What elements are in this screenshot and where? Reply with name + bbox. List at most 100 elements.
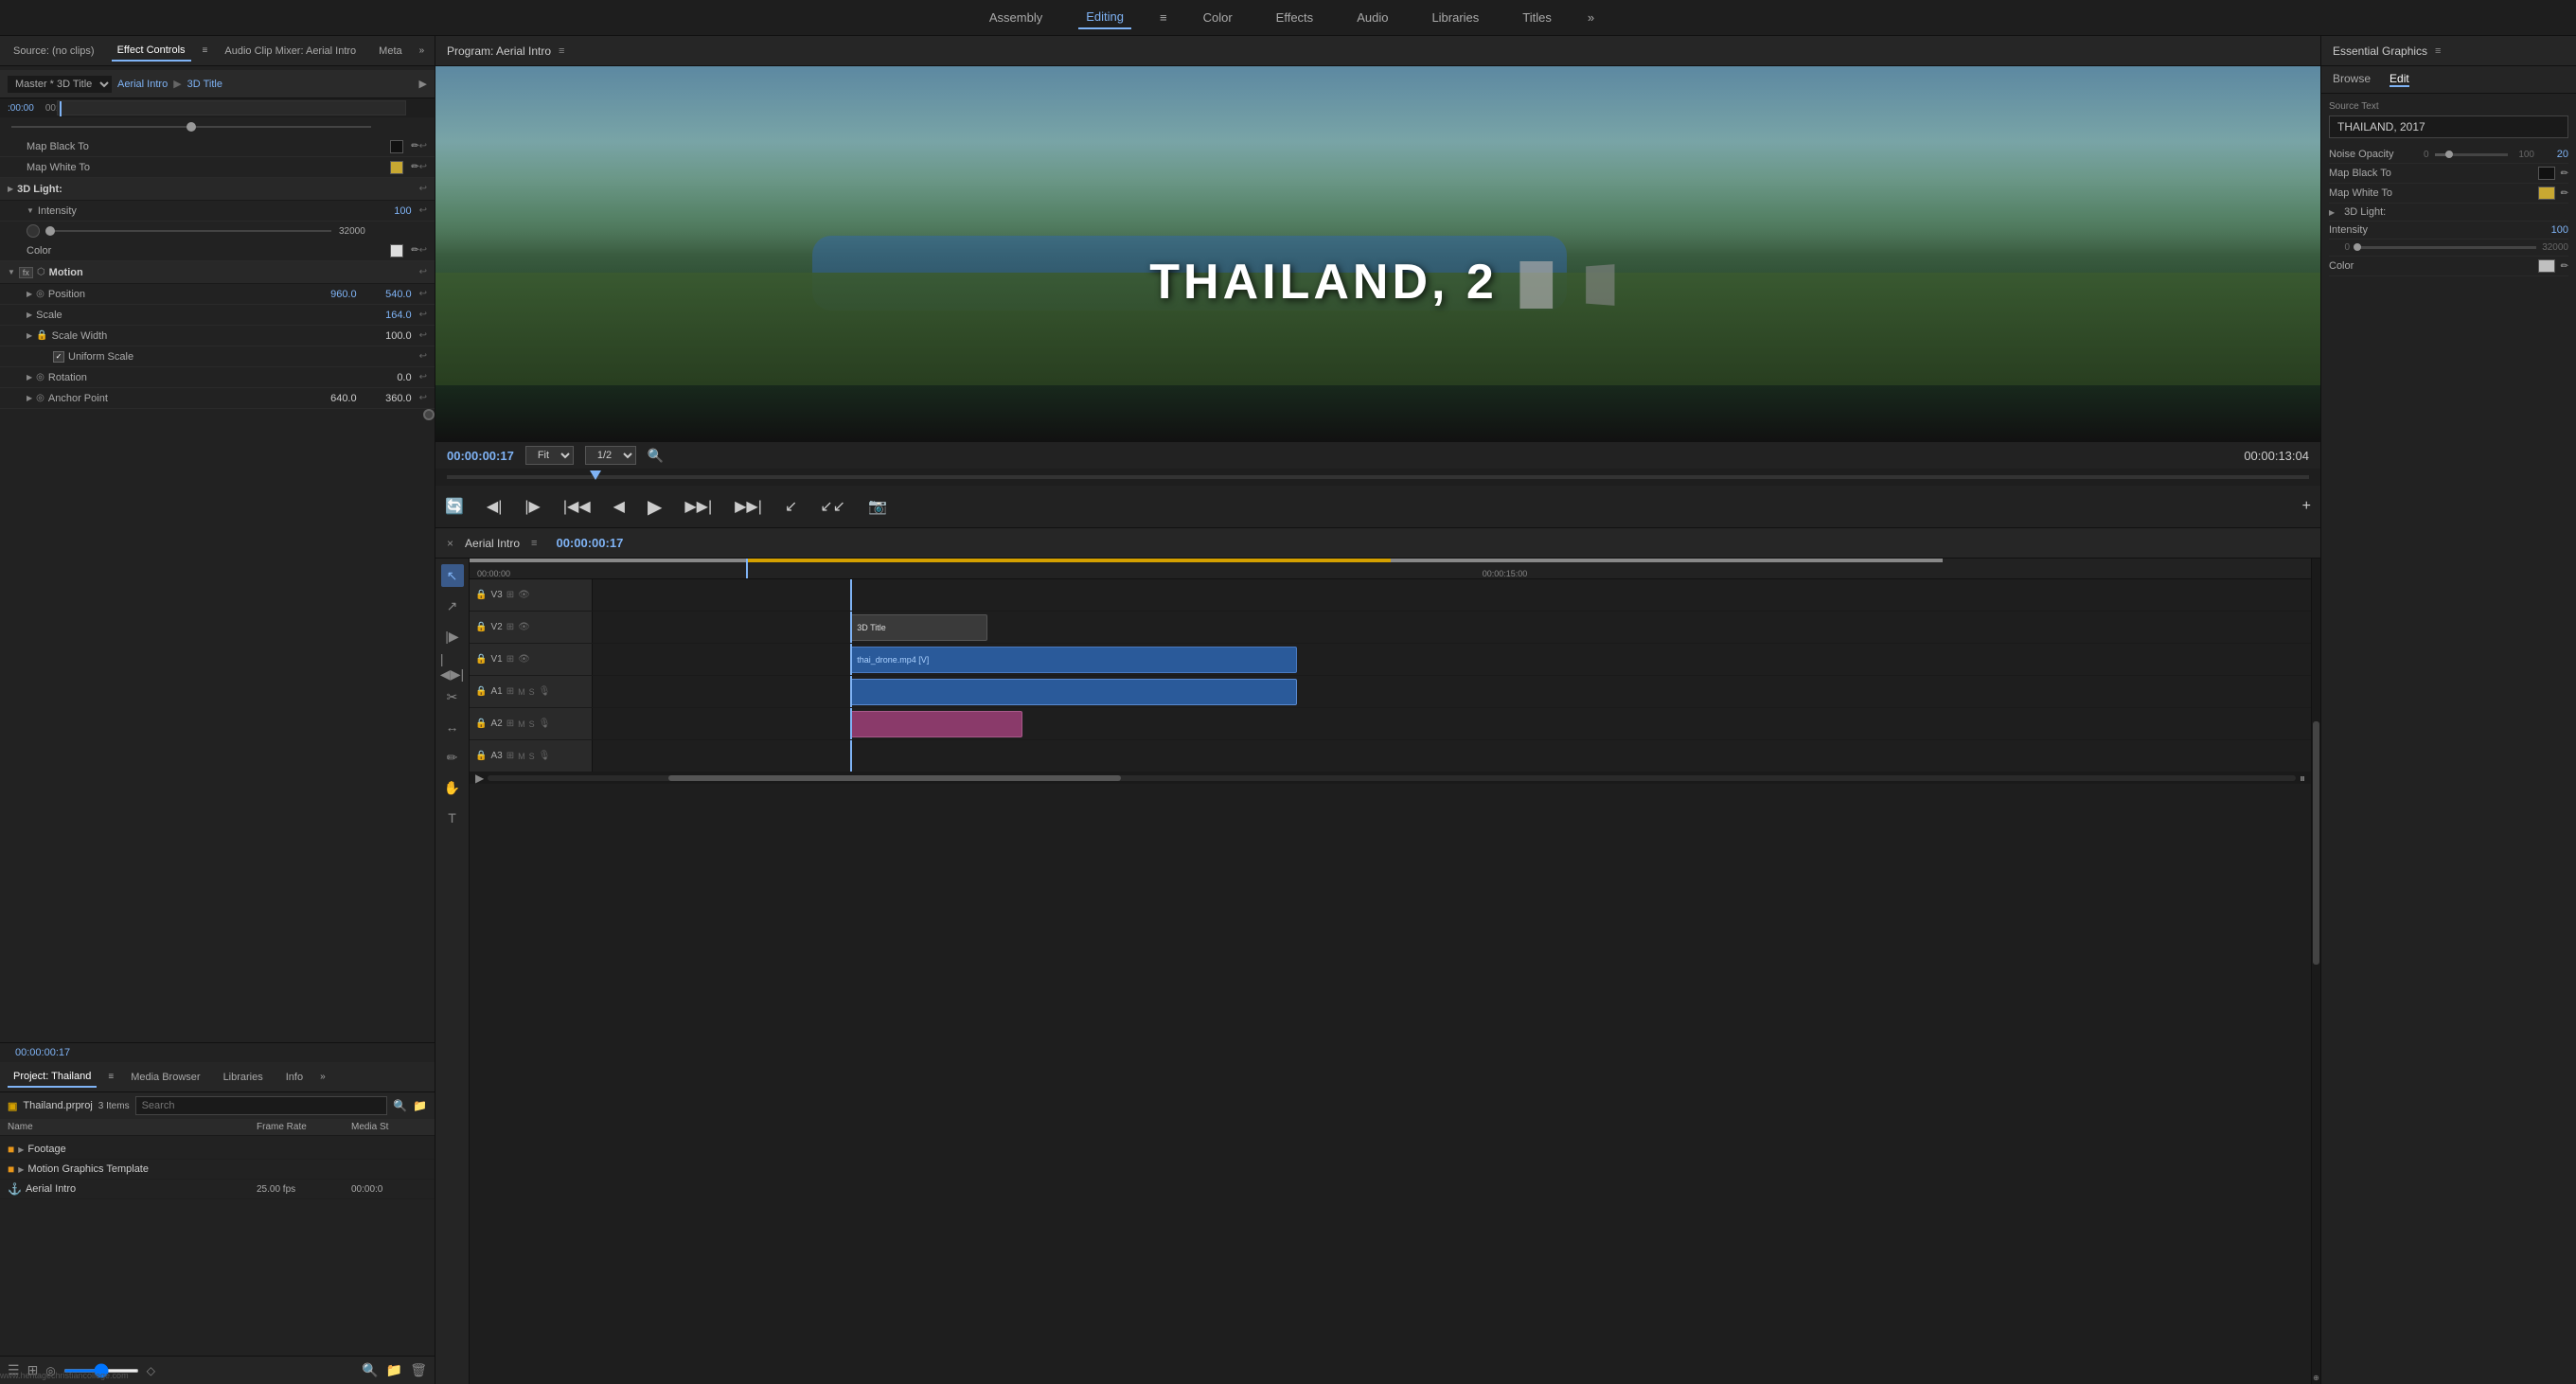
next-out-point-button[interactable]: ▶▶| bbox=[731, 495, 766, 518]
v2-eye-icon[interactable]: 👁 bbox=[518, 622, 530, 632]
3d-light-reset[interactable]: ↩ bbox=[419, 184, 427, 194]
a2-mute-icon[interactable]: M bbox=[518, 719, 525, 729]
eg-map-white-swatch[interactable] bbox=[2538, 186, 2555, 200]
in-point-button[interactable]: ◀| bbox=[483, 495, 506, 518]
scale-expand[interactable]: ▶ bbox=[27, 311, 32, 319]
export-frame-button[interactable]: 📷 bbox=[864, 495, 891, 518]
a1-lock-icon[interactable]: 🔒 bbox=[475, 686, 487, 697]
effect-controls-tab[interactable]: Effect Controls bbox=[112, 41, 191, 62]
timeline-play-icon[interactable]: ▶ bbox=[471, 772, 488, 785]
position-expand[interactable]: ▶ bbox=[27, 290, 32, 298]
eg-noise-slider-wrap[interactable] bbox=[2435, 153, 2509, 156]
rotation-expand[interactable]: ▶ bbox=[27, 373, 32, 381]
anchor-y-value[interactable]: 360.0 bbox=[364, 393, 412, 404]
v2-sync-icon[interactable]: ⊞ bbox=[506, 622, 514, 632]
anchor-reset[interactable]: ↩ bbox=[419, 393, 427, 403]
v1-eye-icon[interactable]: 👁 bbox=[518, 654, 530, 665]
map-black-eyedropper[interactable]: ✏ bbox=[411, 141, 418, 151]
v1-sync-icon[interactable]: ⊞ bbox=[506, 654, 514, 665]
a1-audio-clip[interactable] bbox=[850, 679, 1297, 705]
slip-tool[interactable]: ↔ bbox=[441, 716, 464, 738]
audio-clip-mixer-tab[interactable]: Audio Clip Mixer: Aerial Intro bbox=[219, 42, 362, 61]
prev-in-point-button[interactable]: |◀◀ bbox=[560, 495, 595, 518]
scale-width-reset[interactable]: ↩ bbox=[419, 330, 427, 341]
nav-assembly[interactable]: Assembly bbox=[982, 7, 1050, 28]
eg-intensity-slider-track[interactable] bbox=[2355, 246, 2536, 249]
motion-toggle[interactable]: ▼ bbox=[8, 268, 15, 276]
project-new-bin-icon[interactable]: 📁 bbox=[413, 1099, 427, 1112]
timeline-scroll-thumb[interactable] bbox=[668, 775, 1120, 781]
eg-map-black-eyedrop[interactable]: ✏ bbox=[2561, 169, 2568, 179]
eg-edit-tab[interactable]: Edit bbox=[2389, 72, 2409, 87]
project-item-mgt[interactable]: ■ ▶ Motion Graphics Template bbox=[0, 1160, 435, 1180]
color-reset[interactable]: ↩ bbox=[419, 245, 427, 256]
current-time-display[interactable]: 00:00:00:17 bbox=[8, 1045, 78, 1060]
monitor-menu-icon[interactable]: ≡ bbox=[559, 45, 564, 57]
a3-mute-icon[interactable]: M bbox=[518, 752, 525, 761]
a3-sync-icon[interactable]: ⊞ bbox=[506, 751, 514, 761]
eg-3d-light-toggle[interactable]: ▶ bbox=[2329, 208, 2335, 217]
meta-tab[interactable]: Meta bbox=[373, 42, 407, 61]
map-white-eyedropper[interactable]: ✏ bbox=[411, 162, 418, 172]
a3-lock-icon[interactable]: 🔒 bbox=[475, 751, 487, 761]
a1-mute-icon[interactable]: M bbox=[518, 687, 525, 697]
aerial-intro-link[interactable]: Aerial Intro bbox=[117, 79, 168, 90]
source-tab[interactable]: Source: (no clips) bbox=[8, 42, 100, 61]
timeline-timecode[interactable]: 00:00:00:17 bbox=[548, 534, 631, 552]
eg-noise-slider-thumb[interactable] bbox=[2445, 151, 2453, 158]
project-menu-icon[interactable]: ≡ bbox=[108, 1072, 114, 1082]
a1-sync-icon[interactable]: ⊞ bbox=[506, 686, 514, 697]
scale-width-value[interactable]: 100.0 bbox=[364, 330, 412, 342]
new-folder-icon[interactable]: 📁 bbox=[386, 1362, 402, 1378]
monitor-timecode[interactable]: 00:00:00:17 bbox=[447, 449, 514, 463]
more-workspaces-icon[interactable]: » bbox=[1588, 10, 1594, 25]
intensity-reset[interactable]: ↩ bbox=[419, 205, 427, 216]
scale-value[interactable]: 164.0 bbox=[364, 310, 412, 321]
out-point-button[interactable]: |▶ bbox=[521, 495, 543, 518]
master-slider[interactable] bbox=[11, 126, 371, 128]
eg-noise-opacity-value[interactable]: 20 bbox=[2540, 149, 2568, 160]
project-search-input[interactable] bbox=[135, 1096, 388, 1115]
intensity-keyframe-icon[interactable] bbox=[27, 224, 40, 238]
map-black-reset[interactable]: ↩ bbox=[419, 141, 427, 151]
v3-lock-icon[interactable]: 🔒 bbox=[475, 590, 487, 600]
add-marker-button[interactable]: + bbox=[2299, 496, 2315, 517]
map-black-swatch[interactable] bbox=[390, 140, 403, 153]
scale-reset[interactable]: ↩ bbox=[419, 310, 427, 320]
monitor-zoom-icon[interactable]: 🔍 bbox=[648, 448, 664, 464]
position-x-value[interactable]: 960.0 bbox=[310, 289, 357, 300]
eg-browse-tab[interactable]: Browse bbox=[2333, 72, 2371, 87]
ripple-edit-tool[interactable]: |▶ bbox=[441, 625, 464, 648]
nav-color[interactable]: Color bbox=[1196, 7, 1240, 28]
monitor-resolution-dropdown[interactable]: 1/2 bbox=[585, 446, 636, 465]
project-tab[interactable]: Project: Thailand bbox=[8, 1067, 97, 1088]
timeline-horizontal-scroll[interactable]: ▶ ⏸ bbox=[470, 772, 2311, 784]
3d-title-link[interactable]: 3D Title bbox=[187, 79, 222, 90]
mgt-expand-icon[interactable]: ▶ bbox=[18, 1165, 24, 1174]
selected-range-bar[interactable] bbox=[746, 559, 1391, 562]
double-down-icon[interactable]: ⊕ bbox=[2312, 1372, 2320, 1384]
project-search-icon[interactable]: 🔍 bbox=[393, 1099, 407, 1112]
play-button[interactable]: ▶ bbox=[644, 493, 666, 521]
map-white-reset[interactable]: ↩ bbox=[419, 162, 427, 172]
a2-audio-clip[interactable] bbox=[850, 711, 1022, 737]
intensity-slider[interactable] bbox=[47, 230, 331, 232]
eg-color-eyedrop[interactable]: ✏ bbox=[2561, 261, 2568, 272]
more-project-tabs-icon[interactable]: » bbox=[320, 1072, 326, 1082]
nav-editing[interactable]: Editing bbox=[1078, 6, 1131, 29]
a1-solo-icon[interactable]: S bbox=[529, 687, 535, 697]
v2-lock-icon[interactable]: 🔒 bbox=[475, 622, 487, 632]
expand-icon[interactable]: ▶ bbox=[419, 78, 427, 90]
sort-icon[interactable]: ◇ bbox=[147, 1364, 155, 1377]
3d-light-toggle[interactable]: ▶ bbox=[8, 185, 13, 193]
timecode-playhead[interactable] bbox=[60, 101, 62, 116]
eg-intensity-slider-thumb[interactable] bbox=[2354, 243, 2361, 251]
pen-tool[interactable]: ✏ bbox=[441, 746, 464, 769]
project-item-aerial[interactable]: ⚓ Aerial Intro 25.00 fps 00:00:0 bbox=[0, 1180, 435, 1199]
info-tab[interactable]: Info bbox=[280, 1068, 309, 1087]
uniform-scale-reset[interactable]: ↩ bbox=[419, 351, 427, 362]
position-y-value[interactable]: 540.0 bbox=[364, 289, 412, 300]
a3-mic-icon[interactable]: 🎙 bbox=[539, 751, 551, 761]
editing-menu-icon[interactable]: ≡ bbox=[1160, 10, 1167, 25]
rotation-value[interactable]: 0.0 bbox=[364, 372, 412, 383]
